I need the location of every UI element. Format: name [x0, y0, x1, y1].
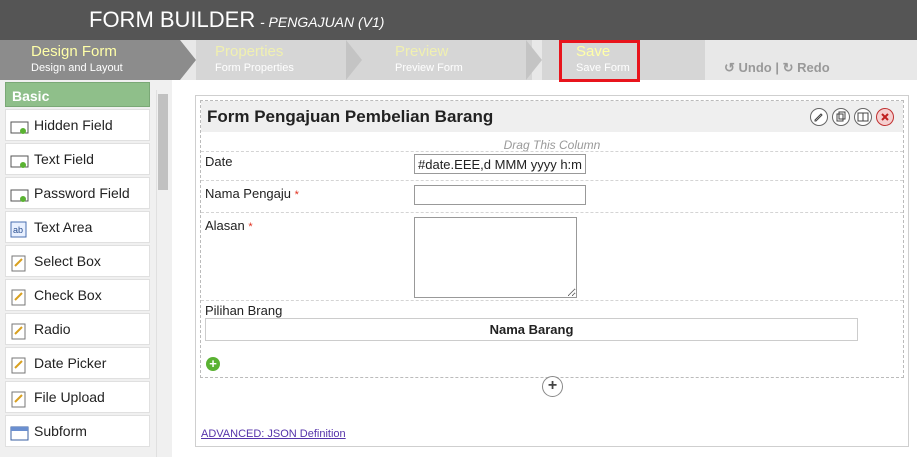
- edit-icon[interactable]: [810, 108, 828, 126]
- palette-item-date-picker[interactable]: Date Picker: [5, 347, 150, 379]
- step-design-form[interactable]: Design Form Design and Layout: [0, 40, 180, 80]
- redo-label: Redo: [797, 60, 830, 75]
- step-preview-title: Preview: [395, 43, 449, 60]
- palette-item-label: Text Field: [34, 151, 94, 167]
- step-preview-subtitle: Preview Form: [395, 62, 463, 74]
- palette-item-label: Subform: [34, 423, 87, 439]
- radio-icon: [10, 320, 29, 340]
- nama-pengaju-label-text: Nama Pengaju: [205, 186, 291, 201]
- palette-item-label: File Upload: [34, 389, 105, 405]
- undo-redo-bar: ↺ Undo | ↻ Redo: [724, 60, 830, 76]
- palette-item-check-box[interactable]: Check Box: [5, 279, 150, 311]
- text-area-icon: ab: [10, 218, 29, 238]
- undo-label: Undo: [738, 60, 772, 75]
- palette-scrollbar[interactable]: [156, 90, 169, 457]
- date-picker-icon: [10, 354, 29, 374]
- alasan-textarea[interactable]: [414, 217, 577, 298]
- nama-pengaju-field[interactable]: [414, 185, 586, 205]
- form-header: Form Pengajuan Pembelian Barang: [201, 101, 903, 132]
- app-subtitle: - PENGAJUAN (V1): [260, 14, 385, 30]
- required-marker: *: [248, 221, 253, 233]
- redo-icon: ↻: [782, 60, 794, 75]
- palette-category-basic[interactable]: Basic: [5, 82, 150, 107]
- row-divider: [201, 180, 903, 181]
- palette-item-subform[interactable]: Subform: [5, 415, 150, 447]
- drag-column-hint[interactable]: Drag This Column: [201, 138, 903, 152]
- chevron-separator-icon: [346, 40, 362, 80]
- palette-item-text-area[interactable]: ab Text Area: [5, 211, 150, 243]
- svg-text:ab: ab: [13, 225, 23, 235]
- app-title: FORM BUILDER: [89, 7, 256, 32]
- row-divider: [201, 212, 903, 213]
- element-palette: Basic Hidden Field Text Field Password Fie…: [0, 80, 172, 457]
- columns-icon[interactable]: [854, 108, 872, 126]
- undo-button[interactable]: ↺ Undo: [724, 60, 772, 75]
- file-upload-icon: [10, 388, 29, 408]
- nama-pengaju-label: Nama Pengaju *: [205, 186, 299, 201]
- redo-button[interactable]: ↻ Redo: [783, 60, 830, 75]
- palette-item-label: Select Box: [34, 253, 101, 269]
- palette-item-label: Password Field: [34, 185, 130, 201]
- palette-item-hidden-field[interactable]: Hidden Field: [5, 109, 150, 141]
- add-section-icon[interactable]: +: [542, 376, 563, 397]
- undo-icon: ↺: [724, 60, 735, 75]
- step-preview[interactable]: Preview Preview Form: [362, 40, 532, 80]
- row-divider: [201, 151, 903, 152]
- date-field[interactable]: [414, 154, 586, 174]
- date-label: Date: [205, 154, 233, 169]
- palette-item-radio[interactable]: Radio: [5, 313, 150, 345]
- palette-item-text-field[interactable]: Text Field: [5, 143, 150, 175]
- password-field-icon: [10, 184, 29, 202]
- step-properties-title: Properties: [215, 43, 284, 60]
- json-definition-link[interactable]: ADVANCED: JSON Definition: [201, 428, 346, 440]
- step-save-subtitle: Save Form: [576, 62, 630, 74]
- form-title: Form Pengajuan Pembelian Barang: [207, 107, 494, 126]
- pilihan-brang-label: Pilihan Brang: [205, 303, 283, 318]
- palette-item-password-field[interactable]: Password Field: [5, 177, 150, 209]
- title-bar: FORM BUILDER - PENGAJUAN (V1): [0, 0, 917, 40]
- text-field-icon: [10, 150, 29, 168]
- hidden-field-icon: [10, 116, 29, 134]
- palette-item-select-box[interactable]: Select Box: [5, 245, 150, 277]
- palette-item-label: Date Picker: [34, 355, 107, 371]
- step-design-subtitle: Design and Layout: [31, 62, 123, 74]
- step-properties-subtitle: Form Properties: [215, 62, 294, 74]
- select-box-icon: [10, 252, 29, 272]
- palette-item-file-upload[interactable]: File Upload: [5, 381, 150, 413]
- check-box-icon: [10, 286, 29, 306]
- chevron-separator-icon: [180, 40, 196, 80]
- undo-redo-separator: |: [775, 60, 780, 75]
- row-divider: [201, 300, 903, 301]
- palette-item-label: Radio: [34, 321, 71, 337]
- step-design-title: Design Form: [31, 43, 117, 60]
- step-save[interactable]: Save Save Form: [559, 40, 640, 82]
- chevron-separator-icon: [526, 40, 542, 80]
- copy-icon[interactable]: [832, 108, 850, 126]
- add-row-icon[interactable]: +: [206, 357, 220, 371]
- delete-icon[interactable]: [876, 108, 894, 126]
- palette-item-label: Check Box: [34, 287, 102, 303]
- palette-item-label: Hidden Field: [34, 117, 113, 133]
- grid-column-header[interactable]: Nama Barang: [205, 318, 858, 341]
- palette-item-label: Text Area: [34, 219, 93, 235]
- step-save-title: Save: [576, 43, 611, 60]
- scrollbar-thumb[interactable]: [158, 94, 168, 190]
- subform-icon: [10, 422, 29, 441]
- alasan-label: Alasan *: [205, 218, 253, 233]
- alasan-label-text: Alasan: [205, 218, 245, 233]
- required-marker: *: [294, 189, 299, 201]
